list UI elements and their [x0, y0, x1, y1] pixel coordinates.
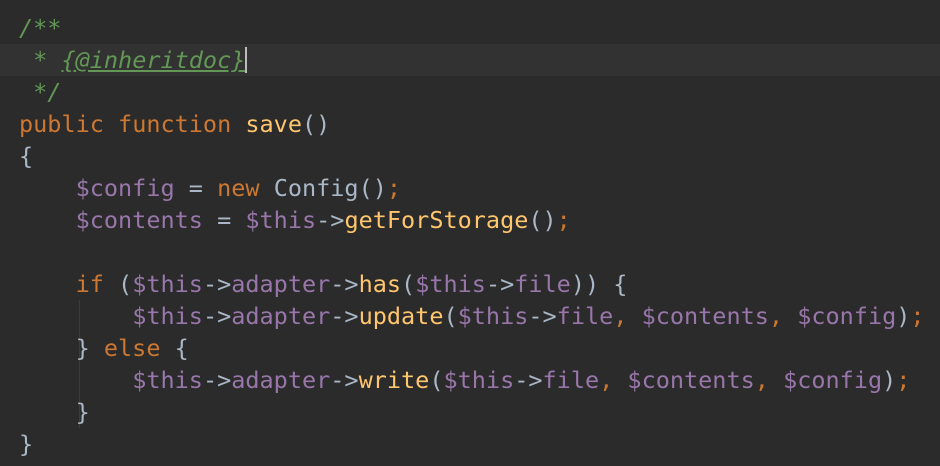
close-brace: } — [19, 334, 104, 362]
arrow-operator: -> — [514, 366, 543, 394]
class-config-call: Config() — [259, 174, 387, 202]
keyword-if: if — [75, 270, 104, 298]
variable-this: $this — [132, 366, 203, 394]
code-line-4[interactable]: public function save() — [19, 108, 330, 140]
semicolon: ; — [896, 366, 911, 394]
semicolon: ; — [556, 206, 571, 234]
keyword-else: else — [103, 334, 161, 362]
arrow-operator: -> — [528, 302, 557, 330]
comma: , — [613, 302, 642, 330]
property-adapter: adapter — [231, 366, 331, 394]
code-line-5[interactable]: { — [19, 140, 33, 172]
doc-comment-close: */ — [19, 78, 62, 106]
parens: () — [301, 110, 331, 138]
property-file: file — [514, 270, 571, 298]
property-file: file — [556, 302, 614, 330]
variable-this: $this — [415, 270, 486, 298]
property-file: file — [542, 366, 600, 394]
open-paren: ( — [401, 270, 416, 298]
arrow-operator: -> — [330, 302, 359, 330]
arrow-operator: -> — [316, 206, 345, 234]
keyword-new: new — [217, 174, 260, 202]
variable-config: $config — [783, 366, 883, 394]
code-line-2[interactable]: * {@inheritdoc} — [19, 44, 248, 76]
arrow-operator: -> — [202, 270, 232, 298]
variable-this: $this — [132, 302, 203, 330]
variable-contents: $contents — [627, 366, 755, 394]
text-caret — [245, 46, 248, 73]
open-brace: { — [160, 334, 189, 362]
comma: , — [599, 366, 628, 394]
code-line-13[interactable]: } — [19, 396, 90, 428]
close-parens-brace: )) { — [570, 270, 628, 298]
close-brace: } — [19, 398, 90, 426]
method-has: has — [358, 270, 402, 298]
inheritdoc-tag: {@inheritdoc} — [61, 46, 246, 74]
code-line-6[interactable]: $config = new Config(); — [19, 172, 401, 204]
arrow-operator: -> — [330, 270, 359, 298]
semicolon: ; — [386, 174, 402, 202]
variable-config: $config — [797, 302, 897, 330]
variable-contents: $contents — [641, 302, 769, 330]
method-update: update — [358, 302, 444, 330]
code-line-10[interactable]: $this->adapter->update($this->file, $con… — [19, 300, 925, 332]
open-brace: { — [19, 142, 34, 170]
close-paren: ) — [896, 302, 911, 330]
doc-comment-open: /** — [19, 14, 62, 42]
method-write: write — [358, 366, 430, 394]
open-paren: ( — [443, 302, 458, 330]
keyword-public: public — [19, 110, 104, 138]
variable-this: $this — [443, 366, 515, 394]
variable-contents: $contents — [75, 206, 203, 234]
keyword-function: function — [118, 110, 232, 138]
function-name-save: save — [245, 110, 302, 138]
code-line-7[interactable]: $contents = $this->getForStorage(); — [19, 204, 571, 236]
open-paren: ( — [429, 366, 444, 394]
doc-comment-star: * — [19, 46, 62, 74]
close-paren: ) — [882, 366, 897, 394]
property-adapter: adapter — [231, 302, 331, 330]
variable-this: $this — [457, 302, 529, 330]
semicolon: ; — [910, 302, 925, 330]
code-line-14[interactable]: } — [19, 428, 33, 460]
method-getforstorage: getForStorage — [344, 206, 529, 234]
code-line-1[interactable]: /** — [19, 12, 61, 44]
close-brace: } — [19, 430, 34, 458]
variable-this: $this — [132, 270, 203, 298]
arrow-operator: -> — [330, 366, 359, 394]
variable-config: $config — [75, 174, 175, 202]
code-line-11[interactable]: } else { — [19, 332, 189, 364]
property-adapter: adapter — [231, 270, 331, 298]
comma: , — [768, 302, 798, 330]
code-editor[interactable]: /** * {@inheritdoc} */ public function s… — [0, 0, 940, 466]
comma: , — [754, 366, 784, 394]
assign-operator: = — [174, 174, 218, 202]
code-line-3[interactable]: */ — [19, 76, 61, 108]
arrow-operator: -> — [202, 366, 232, 394]
open-paren: ( — [103, 270, 133, 298]
variable-this: $this — [245, 206, 317, 234]
arrow-operator: -> — [202, 302, 232, 330]
arrow-operator: -> — [485, 270, 515, 298]
parens: () — [528, 206, 557, 234]
code-line-12[interactable]: $this->adapter->write($this->file, $cont… — [19, 364, 910, 396]
code-line-9[interactable]: if ($this->adapter->has($this->file)) { — [19, 268, 628, 300]
assign-operator: = — [202, 206, 246, 234]
